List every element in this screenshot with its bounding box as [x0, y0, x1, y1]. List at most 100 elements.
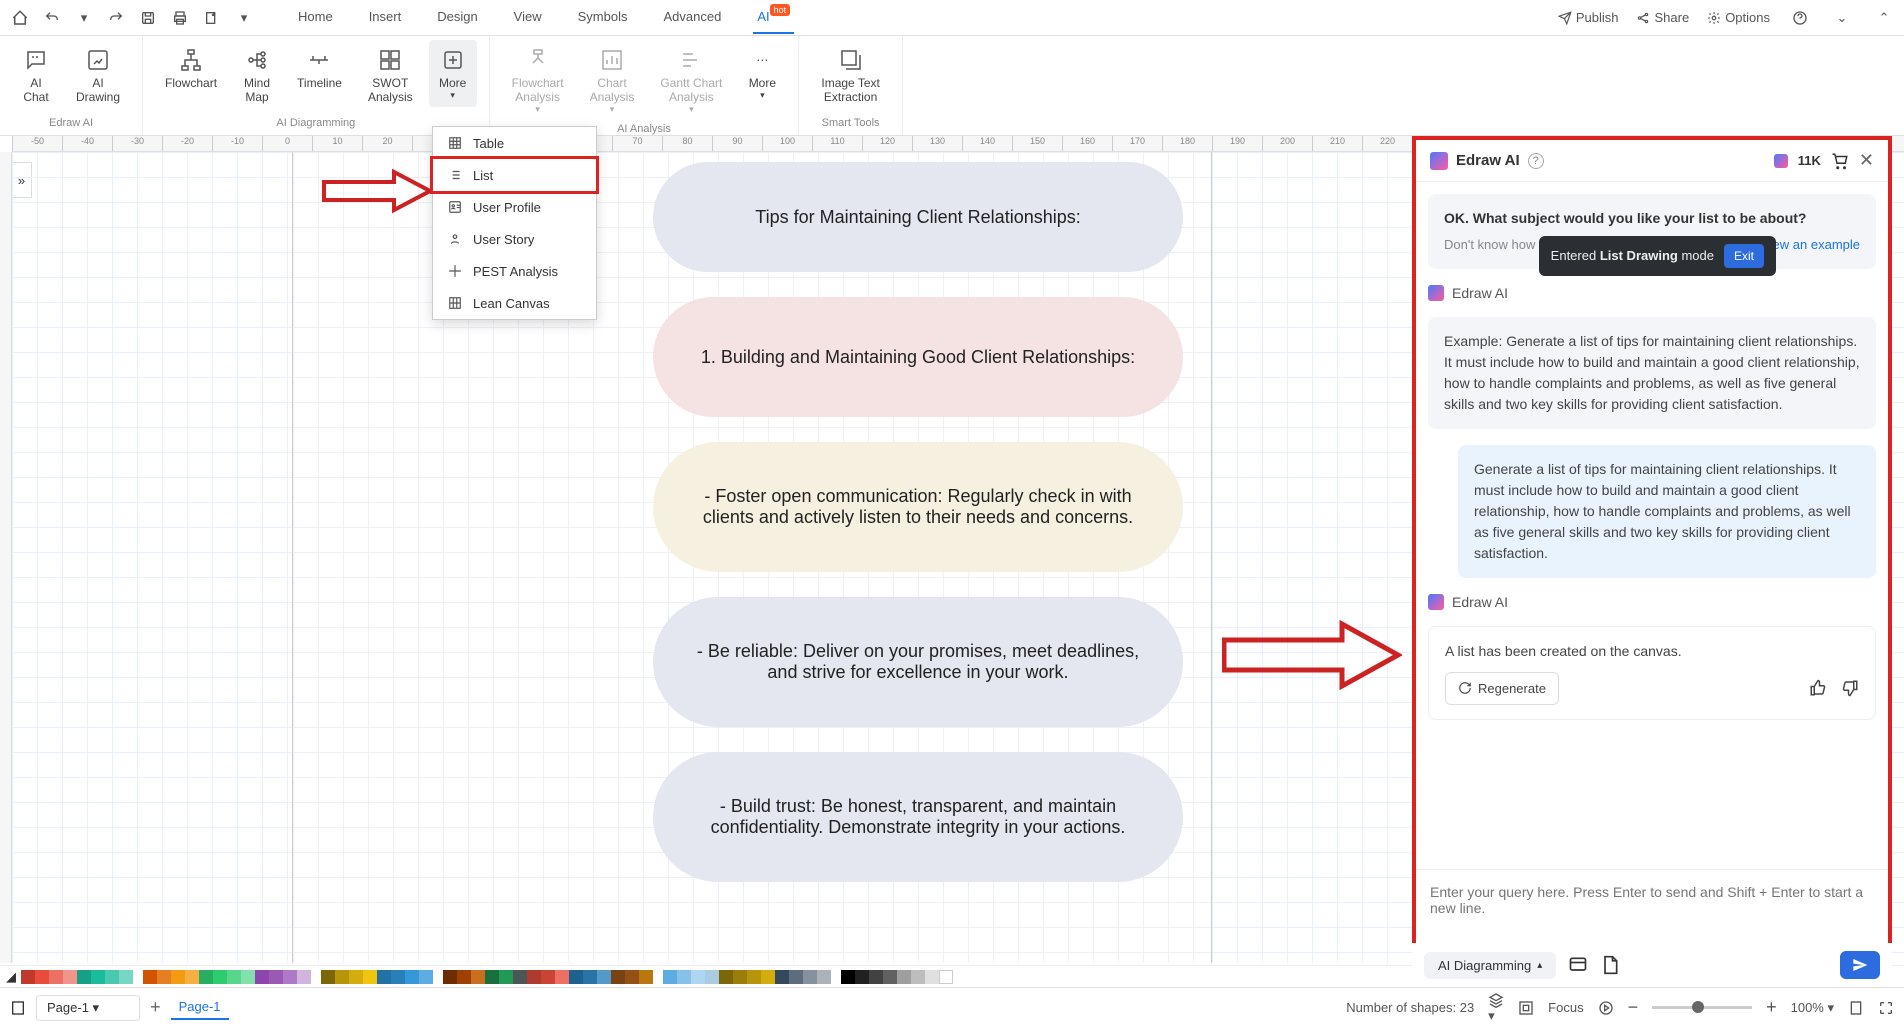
- color-swatches[interactable]: [143, 970, 311, 984]
- dropdown-user-profile[interactable]: User Profile: [433, 191, 596, 223]
- mindmap-button[interactable]: Mind Map: [233, 40, 281, 110]
- ribbon-group-diagramming: Flowchart Mind Map Timeline SWOT Analysi…: [143, 36, 490, 135]
- more-analysis-button[interactable]: ⋯More▾: [738, 40, 786, 107]
- ai-sender: Edraw AI: [1428, 594, 1876, 610]
- play-icon[interactable]: [1598, 1000, 1614, 1016]
- collapse-icon[interactable]: ⌃: [1872, 6, 1896, 30]
- export-icon[interactable]: [200, 6, 224, 30]
- list-node-item[interactable]: - Foster open communication: Regularly c…: [653, 442, 1183, 572]
- thumbs-down-icon[interactable]: [1841, 679, 1859, 697]
- add-page-button[interactable]: +: [150, 997, 161, 1018]
- view-example-link[interactable]: View an example: [1761, 235, 1860, 255]
- more-quick-icon[interactable]: ▾: [232, 6, 256, 30]
- page-selector[interactable]: Page-1 ▾: [36, 995, 140, 1021]
- tab-symbols[interactable]: Symbols: [574, 1, 632, 34]
- hot-badge: hot: [770, 4, 791, 16]
- exit-mode-button[interactable]: Exit: [1724, 244, 1764, 268]
- dropdown-list[interactable]: List: [433, 159, 596, 191]
- list-node-section[interactable]: 1. Building and Maintaining Good Client …: [653, 297, 1183, 417]
- save-icon[interactable]: [136, 6, 160, 30]
- flowchart-analysis-button[interactable]: Flowchart Analysis ▾: [502, 40, 574, 121]
- zoom-level[interactable]: 100% ▾: [1791, 1000, 1834, 1016]
- share-button[interactable]: Share: [1636, 10, 1689, 25]
- tab-ai[interactable]: AIhot: [753, 1, 794, 34]
- list-node-item[interactable]: - Be reliable: Deliver on your promises,…: [653, 597, 1183, 727]
- thumbs-up-icon[interactable]: [1809, 679, 1827, 697]
- color-swatches[interactable]: [321, 970, 433, 984]
- color-swatches[interactable]: [21, 970, 133, 984]
- help-icon[interactable]: ?: [1528, 153, 1544, 169]
- ai-mode-dropdown[interactable]: AI Diagramming ▴: [1424, 952, 1556, 979]
- dropdown-table[interactable]: Table: [433, 127, 596, 159]
- zoom-out-button[interactable]: −: [1628, 997, 1639, 1018]
- color-swatches[interactable]: [841, 970, 953, 984]
- tab-design[interactable]: Design: [433, 1, 481, 34]
- undo-dropdown-icon[interactable]: ▾: [72, 6, 96, 30]
- fullscreen-icon[interactable]: [1878, 1000, 1894, 1016]
- gantt-analysis-button[interactable]: Gantt Chart Analysis ▾: [650, 40, 732, 121]
- ai-panel-title: Edraw AI: [1456, 152, 1520, 169]
- tab-advanced[interactable]: Advanced: [659, 1, 725, 34]
- dropdown-lean[interactable]: Lean Canvas: [433, 287, 596, 319]
- layers-icon[interactable]: ▾: [1488, 992, 1504, 1024]
- tab-insert[interactable]: Insert: [365, 1, 406, 34]
- list-node-title[interactable]: Tips for Maintaining Client Relationship…: [653, 162, 1183, 272]
- ribbon-group-analysis: Flowchart Analysis ▾ Chart Analysis ▾ Ga…: [490, 36, 800, 135]
- mode-toast: Entered List Drawing mode Exit: [1539, 236, 1776, 276]
- fit-page-icon[interactable]: [1848, 1000, 1864, 1016]
- undo-icon[interactable]: [40, 6, 64, 30]
- ai-drawing-button[interactable]: AI Drawing: [66, 40, 130, 110]
- template-icon[interactable]: [1568, 955, 1588, 975]
- user-message: Generate a list of tips for maintaining …: [1458, 445, 1876, 578]
- dropdown-pest[interactable]: PEST Analysis: [433, 255, 596, 287]
- flowchart-button[interactable]: Flowchart: [155, 40, 227, 96]
- color-swatches[interactable]: [663, 970, 831, 984]
- help-icon[interactable]: [1788, 6, 1812, 30]
- tab-view[interactable]: View: [510, 1, 546, 34]
- annotation-arrow-icon: [1222, 620, 1402, 690]
- tab-home[interactable]: Home: [294, 1, 337, 34]
- swot-button[interactable]: SWOT Analysis: [358, 40, 423, 110]
- fit-icon[interactable]: [1518, 1000, 1534, 1016]
- page-icon[interactable]: [10, 1000, 26, 1016]
- send-button[interactable]: [1840, 951, 1880, 979]
- list-node-item[interactable]: - Build trust: Be honest, transparent, a…: [653, 752, 1183, 882]
- image-text-button[interactable]: Image Text Extraction: [811, 40, 889, 110]
- dropdown-user-story[interactable]: User Story: [433, 223, 596, 255]
- list-icon: [447, 167, 463, 183]
- focus-button[interactable]: Focus: [1548, 1000, 1583, 1015]
- color-swatches[interactable]: [443, 970, 653, 984]
- regenerate-button[interactable]: Regenerate: [1445, 672, 1559, 706]
- page-tab[interactable]: Page-1: [171, 995, 229, 1020]
- flowchart-analysis-icon: [524, 46, 552, 74]
- flowchart-icon: [177, 46, 205, 74]
- cart-icon[interactable]: [1831, 152, 1849, 170]
- ai-query-input[interactable]: [1430, 884, 1874, 932]
- zoom-in-button[interactable]: +: [1766, 997, 1777, 1018]
- chart-analysis-button[interactable]: Chart Analysis ▾: [580, 40, 645, 121]
- ruler-vertical: [0, 152, 12, 963]
- ai-sender: Edraw AI: [1428, 285, 1876, 301]
- redo-icon[interactable]: [104, 6, 128, 30]
- home-icon[interactable]: [8, 6, 32, 30]
- user-story-icon: [447, 231, 463, 247]
- zoom-slider[interactable]: [1652, 1006, 1752, 1009]
- document-icon[interactable]: [1600, 955, 1620, 975]
- more-diagramming-button[interactable]: More▾: [429, 40, 477, 107]
- ai-chat-button[interactable]: AI Chat: [12, 40, 60, 110]
- timeline-button[interactable]: Timeline: [287, 40, 352, 96]
- ribbon-group-smart-tools: Image Text Extraction Smart Tools: [799, 36, 902, 135]
- ai-panel: Edraw AI ? 11K ✕ OK. What subject would …: [1412, 136, 1892, 953]
- minimize-icon[interactable]: ⌄: [1830, 6, 1854, 30]
- ribbon: AI Chat AI Drawing Edraw AI Flowchart Mi…: [0, 36, 1904, 136]
- options-button[interactable]: Options: [1707, 10, 1770, 25]
- close-icon[interactable]: ✕: [1859, 150, 1874, 171]
- timeline-icon: [305, 46, 333, 74]
- eyedropper-icon[interactable]: ◢: [6, 969, 16, 985]
- print-icon[interactable]: [168, 6, 192, 30]
- ai-question: OK. What subject would you like your lis…: [1444, 208, 1860, 229]
- publish-button[interactable]: Publish: [1558, 10, 1619, 25]
- ribbon-group-label: AI Diagramming: [276, 115, 355, 131]
- user-profile-icon: [447, 199, 463, 215]
- ai-example-message: Example: Generate a list of tips for mai…: [1428, 317, 1876, 429]
